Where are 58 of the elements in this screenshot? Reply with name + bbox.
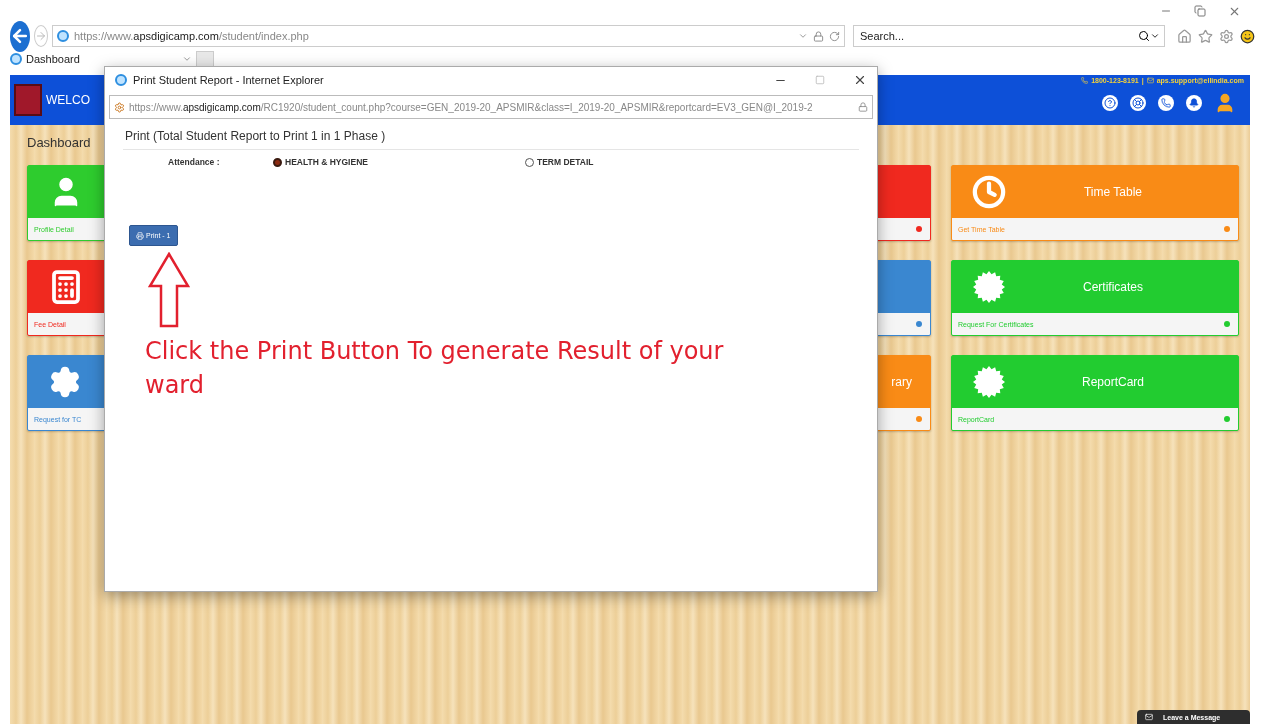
tile-title: rary [890, 375, 912, 389]
starburst-icon [972, 270, 1006, 304]
clock-icon [972, 175, 1006, 209]
lifebuoy-icon[interactable] [1130, 95, 1146, 111]
dropdown-icon[interactable] [182, 54, 192, 64]
radio-option[interactable]: HEALTH & HYGIENE [273, 157, 525, 167]
tile-title: Certificates [1082, 280, 1144, 294]
smiley-icon[interactable] [1240, 28, 1255, 44]
refresh-icon[interactable] [829, 30, 840, 42]
restore-icon[interactable] [1194, 5, 1206, 17]
lock-icon [813, 30, 824, 42]
bell-icon[interactable] [1186, 95, 1202, 111]
gear-icon [48, 365, 82, 399]
window-title: Print Student Report - Internet Explorer [133, 74, 325, 86]
school-logo [14, 84, 42, 116]
arrow-circle-icon [1224, 416, 1230, 422]
lock-icon [858, 102, 868, 112]
search-icon [1138, 30, 1150, 42]
mail-icon [1145, 713, 1153, 721]
forward-arrow-icon [35, 30, 47, 42]
dropdown-icon[interactable] [798, 31, 808, 41]
arrow-circle-icon [1224, 321, 1230, 327]
settings-icon[interactable] [1219, 28, 1234, 44]
arrow-circle-icon [916, 416, 922, 422]
starburst-icon [972, 365, 1006, 399]
radio-option[interactable]: TERM DETAIL [525, 157, 777, 167]
radio-button[interactable] [525, 157, 534, 167]
address-bar[interactable]: https://www.apsdigicamp.com/student/index.php [52, 25, 845, 47]
dropdown-icon [1150, 31, 1160, 41]
browser-icon [57, 30, 69, 42]
attendance-label: Attendance : [168, 157, 221, 167]
url-text: https://www.apsdigicamp.com/RC1920/student_count.php?course=GEN_2019-20_APSMIR&class=I_2019-20_APSMIR&reportcard=EV3_GEN@I_2019-2 [129, 101, 814, 113]
radio-button[interactable] [273, 157, 282, 167]
instruction-text: Click the Print Button To generate Result of your ward [145, 336, 725, 401]
tile-title: Time Table [1083, 185, 1143, 199]
page-icon [114, 101, 125, 113]
browser-tab[interactable]: Dashboard [10, 53, 178, 65]
arrow-circle-icon [1224, 226, 1230, 232]
tile-title: ReportCard [1081, 375, 1145, 389]
printer-icon [136, 231, 144, 240]
close-icon[interactable] [853, 73, 867, 87]
address-bar[interactable]: https://www.apsdigicamp.com/RC1920/student_count.php?course=GEN_2019-20_APSMIR&class=I_2019-20_APSMIR&reportcard=EV3_GEN@I_2019-2 [109, 95, 873, 119]
star-icon[interactable] [1198, 28, 1213, 44]
mail-icon [1146, 77, 1154, 84]
new-tab-button[interactable] [196, 51, 214, 67]
welcome-text: WELCO [46, 93, 90, 107]
browser-icon [115, 74, 127, 86]
home-icon[interactable] [1177, 28, 1192, 44]
arrow-circle-icon [916, 226, 922, 232]
search-box[interactable]: Search... [853, 25, 1165, 47]
back-arrow-icon [10, 26, 30, 46]
phone-icon[interactable] [1158, 95, 1174, 111]
report-heading: Print (Total Student Report to Print 1 in 1 Phase ) [123, 127, 859, 150]
back-button[interactable] [10, 20, 30, 52]
arrow-circle-icon [916, 321, 922, 327]
page-title: Dashboard [26, 134, 91, 152]
help-icon[interactable] [1102, 95, 1118, 111]
phone-icon [1081, 77, 1089, 84]
